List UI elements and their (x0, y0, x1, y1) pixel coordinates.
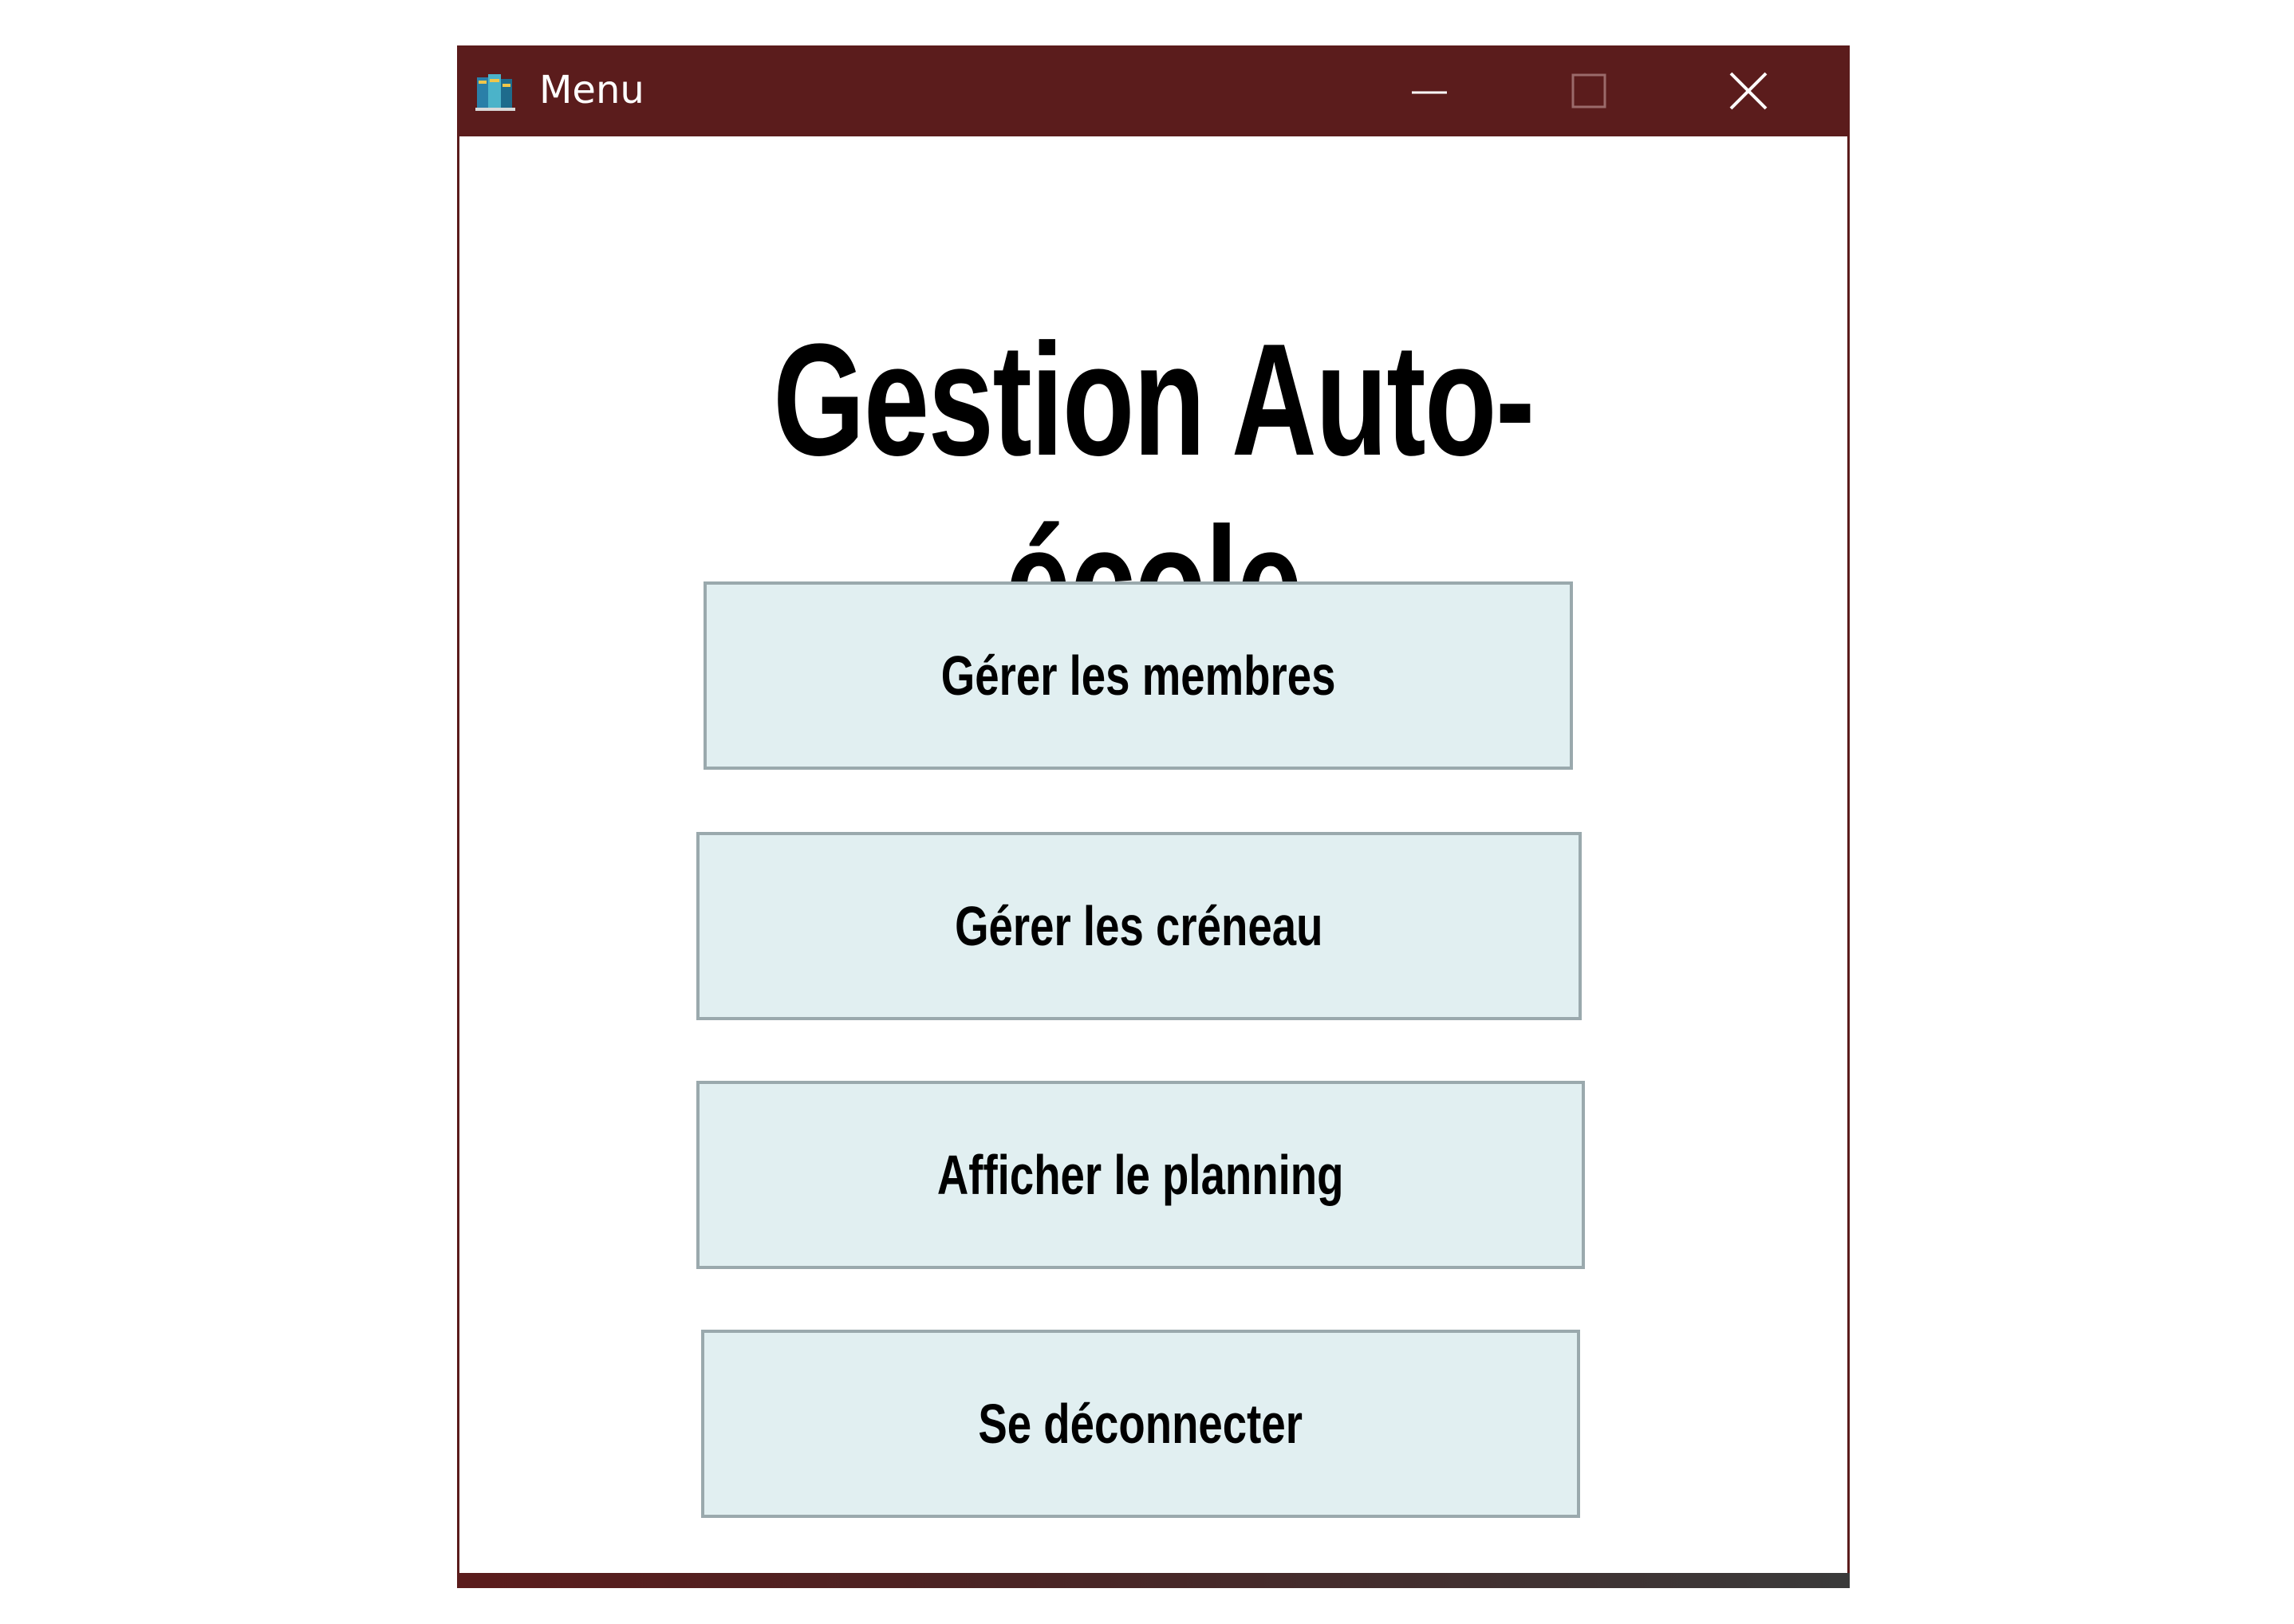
close-button[interactable] (1669, 45, 1828, 136)
close-icon (1729, 72, 1768, 110)
maximize-icon (1571, 73, 1606, 108)
maximize-button[interactable] (1509, 45, 1669, 136)
manage-members-label: Gérer les membres (940, 644, 1336, 707)
show-planning-label: Afficher le planning (937, 1144, 1344, 1206)
minimize-icon (1412, 91, 1447, 94)
logout-button[interactable]: Se déconnecter (701, 1330, 1580, 1518)
manage-members-button[interactable]: Gérer les membres (704, 581, 1573, 770)
show-planning-button[interactable]: Afficher le planning (696, 1081, 1585, 1269)
window-title: Menu (539, 68, 644, 112)
manage-slots-button[interactable]: Gérer les créneau (696, 832, 1582, 1020)
minimize-button[interactable] (1350, 45, 1509, 136)
logout-label: Se déconnecter (978, 1393, 1303, 1455)
manage-slots-label: Gérer les créneau (955, 895, 1323, 957)
menu-window: Menu Gestion Auto-école Gérer les membre… (457, 45, 1850, 1588)
title-bar[interactable]: Menu (459, 45, 1847, 136)
book-stack-icon (475, 74, 515, 111)
window-bottom-border (457, 1573, 1850, 1588)
